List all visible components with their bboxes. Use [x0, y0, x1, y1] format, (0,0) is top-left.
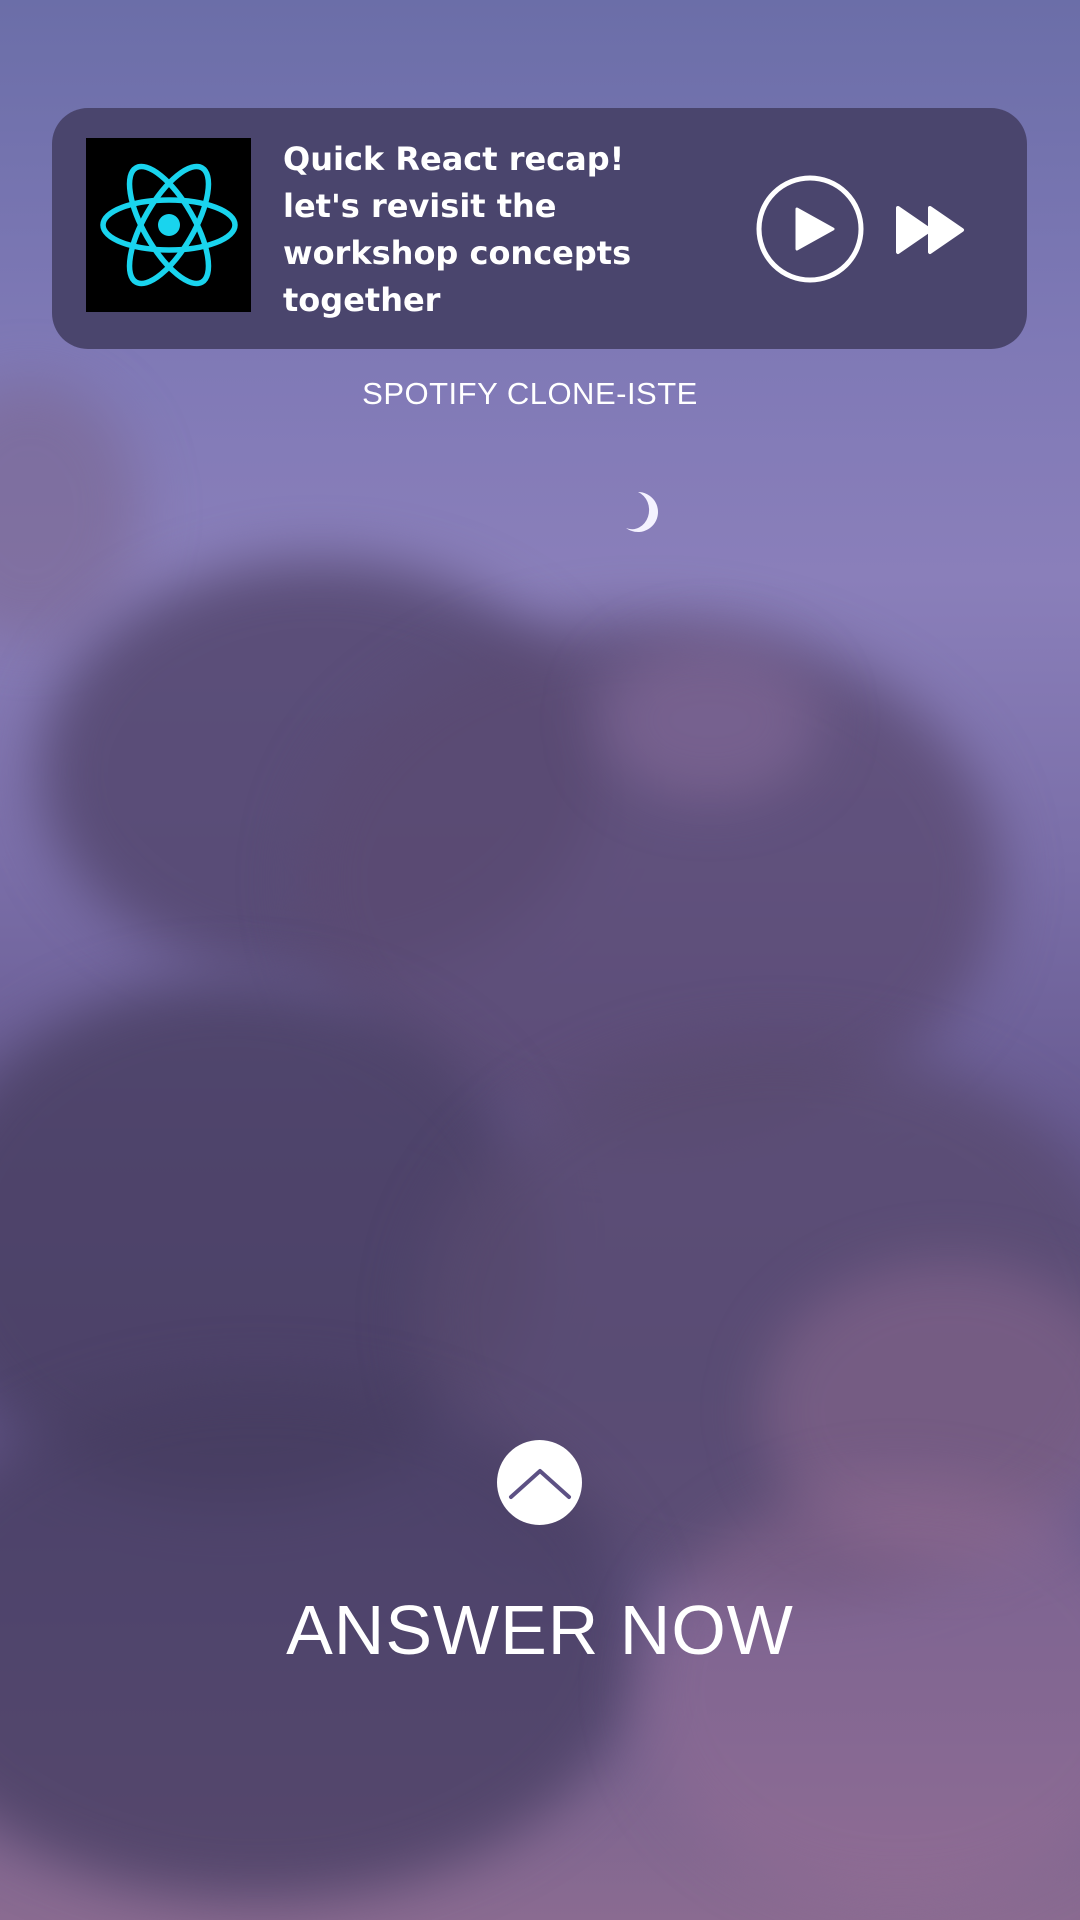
app-name: SPOTIFY CLONE-ISTE: [362, 376, 698, 411]
now-playing-card: Quick React recap! let's revisit the wor…: [52, 108, 1027, 349]
track-cover: [86, 138, 251, 312]
fast-forward-icon: [896, 206, 964, 254]
react-logo-icon: [99, 163, 238, 287]
play-circle-icon: [756, 175, 864, 283]
next-track-button[interactable]: [894, 204, 966, 256]
play-button[interactable]: [755, 174, 865, 284]
cloud: [0, 380, 140, 640]
cloud: [600, 640, 820, 800]
crescent-moon-icon: [620, 490, 660, 534]
chevron-up-icon: [508, 1468, 571, 1499]
track-title: Quick React recap! let's revisit the wor…: [283, 140, 632, 319]
answer-now-button[interactable]: ANSWER NOW: [0, 1590, 1080, 1670]
swipe-up-button[interactable]: [497, 1440, 582, 1525]
